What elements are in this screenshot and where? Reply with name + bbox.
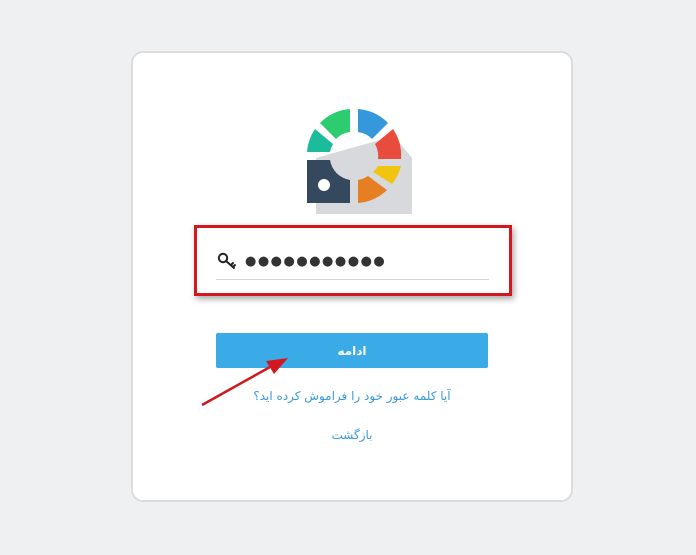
key-icon — [217, 252, 236, 269]
back-link[interactable]: بازگشت — [216, 428, 488, 442]
password-input[interactable]: ●●●●●●●●●●● — [245, 255, 386, 268]
app-logo — [307, 109, 412, 214]
password-field[interactable]: ●●●●●●●●●●● — [216, 243, 489, 280]
forgot-password-link[interactable]: آیا کلمه عبور خود را فراموش کرده اید؟ — [216, 389, 488, 403]
